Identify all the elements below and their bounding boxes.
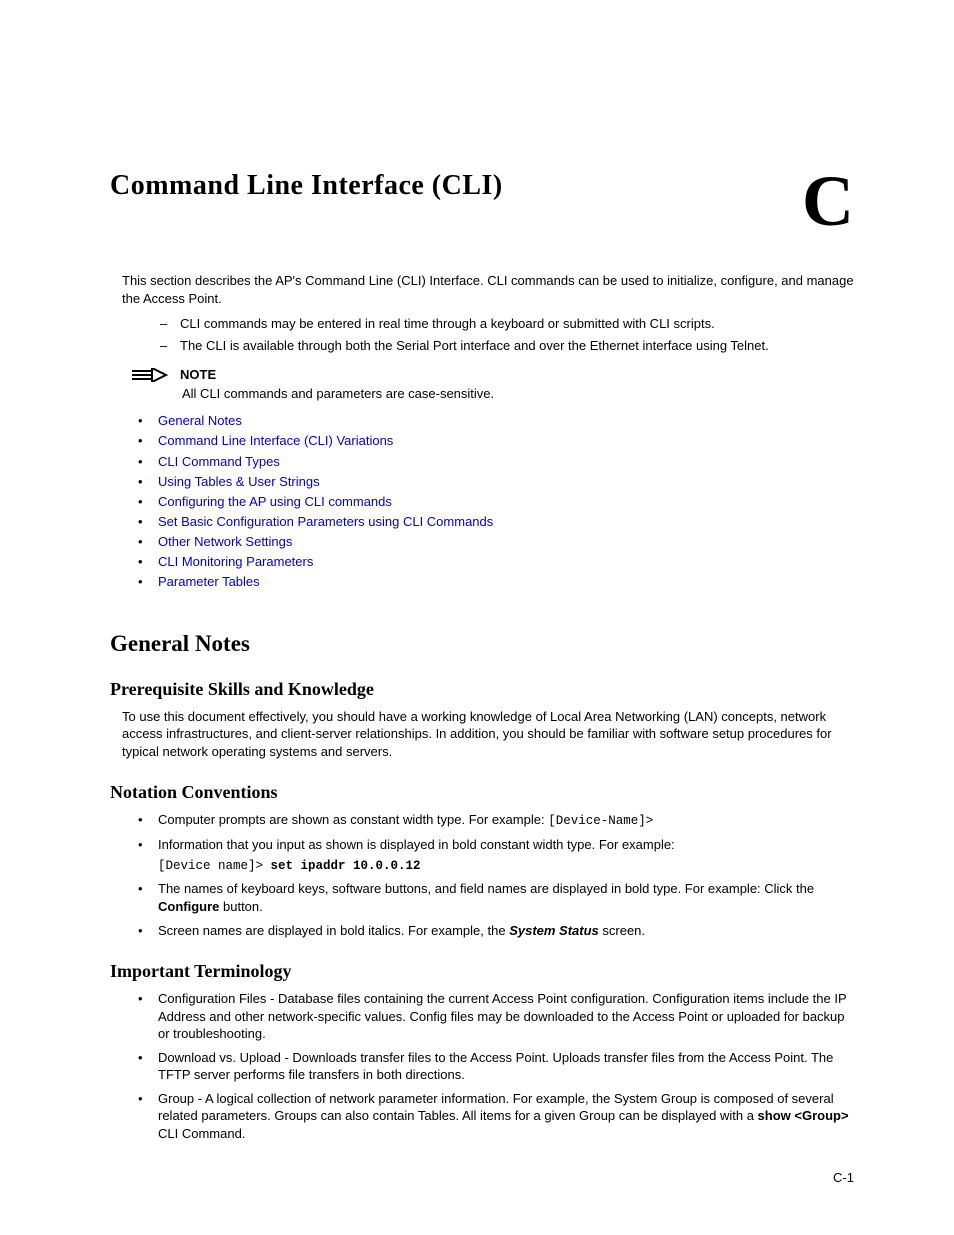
list-item: Configuring the AP using CLI commands — [138, 492, 854, 512]
chapter-letter: C — [802, 160, 854, 243]
code-sample: [Device-Name]> — [548, 814, 653, 828]
note-text: All CLI commands and parameters are case… — [182, 386, 854, 401]
list-item: CLI commands may be entered in real time… — [160, 313, 854, 335]
list-item: Configuration Files - Database files con… — [138, 990, 854, 1043]
toc-link[interactable]: Using Tables & User Strings — [158, 474, 320, 489]
note-arrow-icon — [132, 368, 170, 382]
toc-link[interactable]: CLI Monitoring Parameters — [158, 554, 313, 569]
intro-paragraph: This section describes the AP's Command … — [122, 272, 854, 307]
text: Screen names are displayed in bold itali… — [158, 923, 509, 938]
notation-list: Computer prompts are shown as constant w… — [138, 811, 854, 939]
list-item: Computer prompts are shown as constant w… — [138, 811, 854, 830]
list-item: The CLI is available through both the Se… — [160, 335, 854, 357]
list-item: CLI Command Types — [138, 452, 854, 472]
toc-link[interactable]: Command Line Interface (CLI) Variations — [158, 433, 393, 448]
terminology-list: Configuration Files - Database files con… — [138, 990, 854, 1142]
bold-italic-text: System Status — [509, 923, 599, 938]
intro-dash-list: CLI commands may be entered in real time… — [160, 313, 854, 357]
toc-link[interactable]: CLI Command Types — [158, 454, 280, 469]
toc-link[interactable]: Parameter Tables — [158, 574, 260, 589]
text: Computer prompts are shown as constant w… — [158, 812, 548, 827]
list-item: Other Network Settings — [138, 532, 854, 552]
code-sample-bold: set ipaddr 10.0.0.12 — [271, 859, 421, 873]
section-heading: General Notes — [110, 631, 854, 657]
bold-text: show <Group> — [758, 1108, 849, 1123]
text: Information that you input as shown is d… — [158, 837, 675, 852]
subsection-heading: Notation Conventions — [110, 782, 854, 803]
text: CLI Command. — [158, 1126, 245, 1141]
subsection-heading: Prerequisite Skills and Knowledge — [110, 679, 854, 700]
list-item: The names of keyboard keys, software but… — [138, 880, 854, 915]
list-item: Using Tables & User Strings — [138, 472, 854, 492]
toc-link[interactable]: Set Basic Configuration Parameters using… — [158, 514, 493, 529]
list-item: General Notes — [138, 411, 854, 431]
text: Group - A logical collection of network … — [158, 1091, 834, 1124]
list-item: Screen names are displayed in bold itali… — [138, 922, 854, 940]
list-item: Group - A logical collection of network … — [138, 1090, 854, 1143]
list-item: CLI Monitoring Parameters — [138, 552, 854, 572]
list-item: Download vs. Upload - Downloads transfer… — [138, 1049, 854, 1084]
toc-link[interactable]: General Notes — [158, 413, 242, 428]
list-item: Information that you input as shown is d… — [138, 836, 854, 874]
toc-link[interactable]: Configuring the AP using CLI commands — [158, 494, 392, 509]
subsection-heading: Important Terminology — [110, 961, 854, 982]
note-label: NOTE — [180, 367, 216, 382]
note-callout: NOTE All CLI commands and parameters are… — [132, 367, 854, 401]
text: screen. — [599, 923, 645, 938]
code-sample: [Device name]> — [158, 859, 271, 873]
list-item: Command Line Interface (CLI) Variations — [138, 431, 854, 451]
chapter-title: Command Line Interface (CLI) — [110, 170, 854, 202]
toc-link[interactable]: Other Network Settings — [158, 534, 292, 549]
text: The names of keyboard keys, software but… — [158, 881, 814, 896]
paragraph: To use this document effectively, you sh… — [122, 708, 854, 761]
list-item: Parameter Tables — [138, 572, 854, 592]
toc-list: General Notes Command Line Interface (CL… — [138, 411, 854, 592]
page-number: C-1 — [833, 1170, 854, 1185]
list-item: Set Basic Configuration Parameters using… — [138, 512, 854, 532]
text: button. — [219, 899, 262, 914]
bold-text: Configure — [158, 899, 219, 914]
